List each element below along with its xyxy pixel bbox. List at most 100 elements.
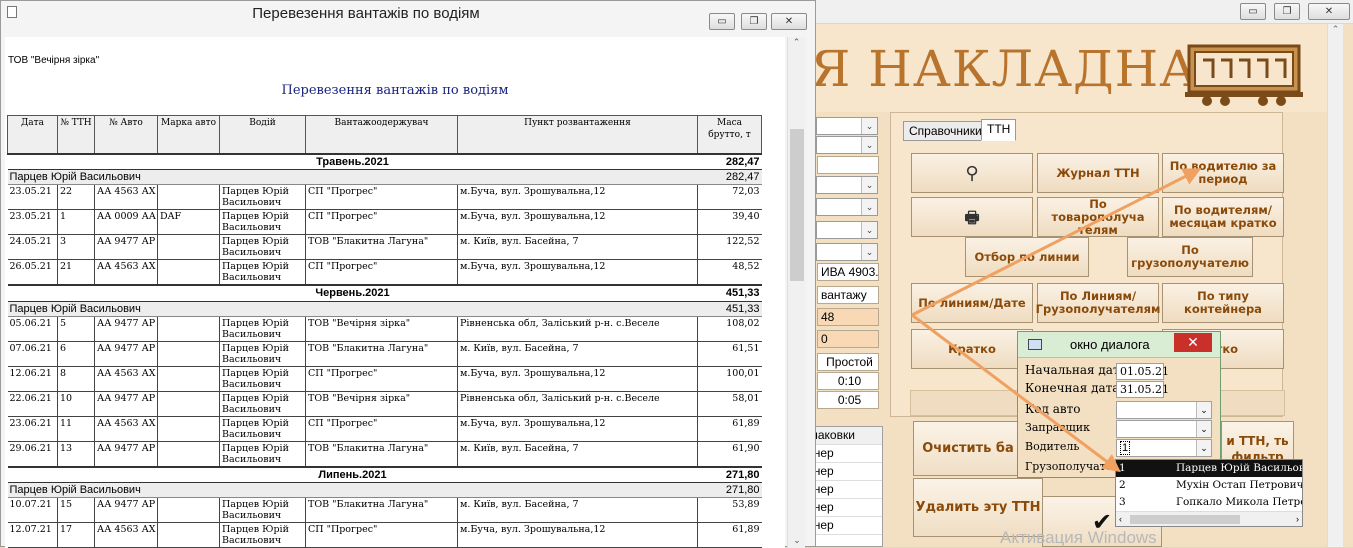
chevron-down-icon: ⌄ bbox=[861, 177, 877, 193]
search-button[interactable]: ⚲ bbox=[911, 153, 1033, 193]
end-date-input[interactable]: 31.05.21 bbox=[1116, 381, 1169, 398]
combo-4[interactable]: ⌄ bbox=[816, 176, 878, 194]
by-drivers-months-button[interactable]: По водителям/ месяцам кратко bbox=[1162, 197, 1284, 237]
month-total: 451,33 bbox=[697, 284, 762, 302]
table-cell: 07.06.21 bbox=[7, 341, 58, 367]
table-cell: Парцев Юрій Васильович bbox=[219, 209, 306, 235]
report-scrollbar[interactable]: ⌃ ⌄ bbox=[787, 37, 805, 548]
journal-ttn-button[interactable]: Журнал ТТН bbox=[1037, 153, 1159, 193]
bg-close-button[interactable]: ✕ bbox=[1308, 3, 1350, 20]
scroll-up-icon[interactable]: ⌃ bbox=[788, 37, 805, 48]
table-cell: АА 4563 АХ bbox=[94, 522, 158, 548]
combo-7[interactable]: ⌄ bbox=[816, 243, 878, 261]
by-driver-period-button[interactable]: По водителю за период bbox=[1162, 153, 1284, 193]
by-lines-date-button[interactable]: По линиям/Дате bbox=[911, 283, 1033, 323]
table-cell: СП "Прогрес" bbox=[305, 366, 458, 392]
cargo-field[interactable]: вантажу bbox=[817, 286, 879, 304]
table-cell: 58,01 bbox=[697, 391, 762, 417]
scroll-thumb[interactable] bbox=[1130, 515, 1240, 524]
column-header: Водій bbox=[219, 115, 306, 154]
table-cell: 21 bbox=[57, 259, 95, 286]
table-cell: АА 4563 АХ bbox=[94, 259, 158, 286]
table-cell: 12.07.21 bbox=[7, 522, 58, 548]
bg-minimize-button[interactable]: ▭ bbox=[1240, 3, 1266, 20]
driver-option[interactable]: 2 Мухін Остап Петрович bbox=[1116, 477, 1302, 494]
table-header: Дата № ТТН № Авто Марка авто Водій Вантажооде… bbox=[7, 115, 762, 154]
table-cell: Парцев Юрій Васильович bbox=[219, 497, 306, 523]
number-field[interactable]: 48 bbox=[817, 308, 879, 326]
search-icon: ⚲ bbox=[965, 162, 979, 184]
table-cell: м. Київ, вул. Басейна, 7 bbox=[457, 441, 698, 467]
driver-dropdown-list[interactable]: 1 Парцев Юрій Васильович 2 Мухін Остап Петр… bbox=[1115, 459, 1303, 527]
table-cell: Парцев Юрій Васильович bbox=[219, 184, 306, 210]
table-cell: 72,03 bbox=[697, 184, 762, 210]
scroll-down-icon[interactable]: ⌄ bbox=[788, 535, 806, 546]
combo-5[interactable]: ⌄ bbox=[816, 198, 878, 216]
printer-icon: 🖶 bbox=[964, 207, 980, 227]
by-container-type-button[interactable]: По типу контейнера bbox=[1162, 283, 1284, 323]
brief-button[interactable]: Кратко bbox=[911, 329, 1033, 369]
report-window: Перевезення вантажів по водіям ▭ ❐ ✕ ТОВ… bbox=[0, 0, 816, 548]
driver-select[interactable]: 1 ⌄ bbox=[1116, 439, 1212, 457]
fueler-select[interactable]: ⌄ bbox=[1116, 420, 1212, 438]
by-lines-recipients-button[interactable]: По Линиям/ Грузополучателям bbox=[1036, 283, 1160, 323]
close-button[interactable]: ✕ bbox=[771, 13, 807, 30]
print-button[interactable]: 🖶 bbox=[911, 197, 1033, 237]
form-icon bbox=[1028, 339, 1042, 350]
scroll-thumb[interactable] bbox=[790, 129, 804, 281]
report-window-title: Перевезення вантажів по водіям bbox=[252, 5, 480, 22]
tab-directories[interactable]: Справочники bbox=[903, 121, 988, 141]
report-table: Дата № ТТН № Авто Марка авто Водій Вантажооде… bbox=[7, 115, 762, 548]
car-code-select[interactable]: ⌄ bbox=[1116, 401, 1212, 419]
report-page: ТОВ "Вечірня зірка" Перевезення вантажів… bbox=[5, 37, 785, 548]
table-cell: Парцев Юрій Васильович bbox=[219, 522, 306, 548]
dialog-title-bar: окно диалога ✕ bbox=[1018, 332, 1220, 358]
minimize-button[interactable]: ▭ bbox=[709, 13, 735, 30]
driver-option[interactable]: 3 Гопкало Микола Петрович bbox=[1116, 494, 1302, 511]
dialog-close-button[interactable]: ✕ bbox=[1174, 333, 1212, 352]
table-cell bbox=[157, 416, 220, 442]
clear-base-button[interactable]: Очистить ба bbox=[913, 421, 1023, 476]
bg-scrollbar[interactable]: ⌃ bbox=[1327, 24, 1343, 547]
table-cell: 100,01 bbox=[697, 366, 762, 392]
table-cell: DAF bbox=[157, 209, 220, 235]
table-cell: АА 4563 АХ bbox=[94, 366, 158, 392]
tab-ttn[interactable]: ТТН bbox=[981, 119, 1017, 141]
by-recipient-button[interactable]: По грузополучателю bbox=[1127, 237, 1253, 277]
table-cell: АА 4563 АХ bbox=[94, 184, 158, 210]
table-cell: 122,52 bbox=[697, 234, 762, 260]
dropdown-hscrollbar[interactable]: ‹ › bbox=[1116, 511, 1302, 526]
field-3[interactable] bbox=[817, 156, 879, 174]
table-cell: 108,02 bbox=[697, 316, 762, 342]
by-goods-recipient-button[interactable]: По товарополуча телям bbox=[1037, 197, 1159, 237]
table-cell: СП "Прогрес" bbox=[305, 184, 458, 210]
chevron-down-icon: ⌄ bbox=[1196, 421, 1211, 437]
start-date-input[interactable]: 01.05.21 bbox=[1116, 363, 1169, 380]
table-cell: АА 4563 АХ bbox=[94, 416, 158, 442]
table-cell: Парцев Юрій Васильович bbox=[219, 441, 306, 467]
scroll-left-icon[interactable]: ‹ bbox=[1119, 512, 1122, 527]
idle-value-1[interactable]: 0:10 bbox=[817, 372, 879, 390]
table-cell: м.Буча, вул. Зрошувальна,12 bbox=[457, 184, 698, 210]
driver-option[interactable]: 1 Парцев Юрій Васильович bbox=[1116, 460, 1302, 477]
driver-label: Водитель bbox=[1025, 440, 1080, 453]
idle-header: Простой bbox=[817, 353, 879, 371]
zero-field[interactable]: 0 bbox=[817, 330, 879, 348]
combo-2[interactable]: ⌄ bbox=[816, 136, 878, 154]
driver-option-name: Мухін Остап Петрович bbox=[1176, 479, 1302, 491]
table-cell bbox=[157, 316, 220, 342]
car-code-field[interactable]: ИВА 4903. С bbox=[817, 263, 879, 281]
table-row: 26.05.21 21 АА 4563 АХ Парцев Юрій Васильов… bbox=[7, 259, 762, 286]
select-by-line-button[interactable]: Отбор по линии bbox=[965, 237, 1089, 277]
table-cell: м.Буча, вул. Зрошувальна,12 bbox=[457, 522, 698, 548]
driver-row: Парцев Юрій Васильович 271,80 bbox=[7, 482, 762, 498]
driver-option-number: 3 bbox=[1119, 496, 1126, 508]
combo-6[interactable]: ⌄ bbox=[816, 221, 878, 239]
table-cell: 5 bbox=[57, 316, 95, 342]
maximize-button[interactable]: ❐ bbox=[741, 13, 767, 30]
table-cell: 53,89 bbox=[697, 497, 762, 523]
combo-1[interactable]: ⌄ bbox=[816, 117, 878, 135]
idle-value-2[interactable]: 0:05 bbox=[817, 391, 879, 409]
bg-maximize-button[interactable]: ❐ bbox=[1274, 3, 1300, 20]
scroll-right-icon[interactable]: › bbox=[1296, 512, 1299, 527]
